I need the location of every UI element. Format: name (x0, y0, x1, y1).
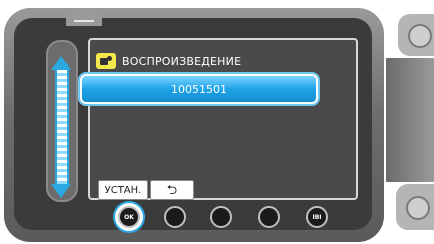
playback-video-icon (96, 53, 116, 69)
bezel-tab (66, 12, 102, 26)
hw-button-2[interactable] (164, 206, 186, 228)
scroll-slider[interactable] (55, 62, 69, 190)
return-arrow-icon: ⮌ (166, 182, 178, 198)
hw-button-4[interactable] (258, 206, 280, 228)
scroll-down-arrow-icon[interactable] (51, 184, 71, 198)
screen-title: ВОСПРОИЗВЕДЕНИЕ (122, 54, 242, 68)
hinge-bar (386, 58, 434, 182)
screen-header: ВОСПРОИЗВЕДЕНИЕ (96, 52, 241, 70)
back-button[interactable]: ⮌ (150, 180, 194, 200)
folder-name: 10051501 (171, 82, 227, 96)
hardware-button-row: OK IBI (0, 206, 434, 230)
hw-button-3[interactable] (210, 206, 232, 228)
camera-side-panel (386, 0, 434, 244)
hinge-knob-bottom (396, 184, 434, 230)
scroll-up-arrow-icon[interactable] (51, 56, 71, 70)
ok-button[interactable]: OK (118, 206, 140, 228)
set-button[interactable]: УСТАН. (98, 180, 148, 200)
hw-button-5[interactable]: IBI (306, 206, 328, 228)
hinge-knob-top (398, 14, 434, 56)
folder-list-item-selected[interactable]: 10051501 (80, 74, 318, 104)
